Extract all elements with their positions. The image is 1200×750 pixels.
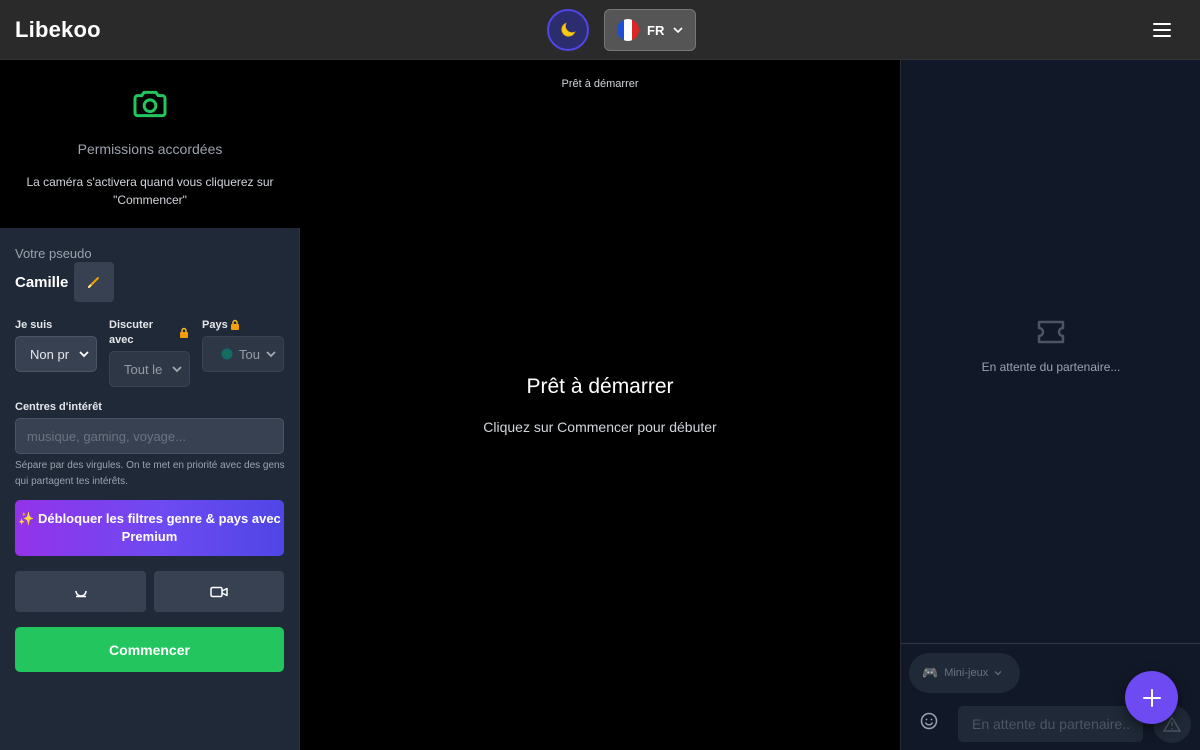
chat-with-label: Discuter avec [109, 319, 154, 346]
video-toggle-button[interactable] [154, 571, 284, 612]
top-bar: Libekoo FR [0, 0, 1200, 60]
camera-preview: Permissions accordées La caméra s'active… [0, 60, 300, 228]
mini-games-button[interactable]: 🎮 Mini-jeux [909, 653, 1020, 693]
chat-with-value: Tout le [124, 361, 163, 377]
start-button[interactable]: Commencer [15, 627, 284, 672]
chat-divider [901, 643, 1200, 644]
premium-unlock-button[interactable]: ✨ Débloquer les filtres genre & pays ave… [15, 500, 284, 556]
gender-label: Je suis [15, 319, 53, 331]
chevron-down-icon [266, 351, 276, 358]
lock-icon [231, 319, 239, 330]
gamepad-icon: 🎮 [922, 665, 939, 680]
theme-toggle-button[interactable] [547, 9, 589, 51]
mini-games-label: Mini-jeux [944, 667, 989, 679]
hamburger-menu-button[interactable] [1150, 18, 1174, 42]
country-label: Pays [202, 319, 228, 331]
gender-select[interactable]: Non pr [15, 336, 97, 372]
interests-input[interactable] [15, 418, 284, 454]
globe-icon [221, 348, 233, 360]
chat-with-select[interactable]: Tout le [109, 351, 190, 387]
video-status: Prêt à démarrer [561, 78, 639, 90]
edit-pseudo-button[interactable] [74, 262, 114, 302]
pseudo-value: Camille [15, 274, 69, 291]
partner-video-area: Prêt à démarrer Prêt à démarrer Cliquez … [300, 60, 900, 750]
microphone-icon [74, 590, 87, 597]
chevron-down-icon [172, 366, 182, 373]
chevron-down-icon [673, 27, 683, 34]
floating-add-button[interactable] [1125, 671, 1178, 724]
video-title: Prêt à démarrer [526, 375, 674, 398]
smiley-icon[interactable] [920, 712, 938, 730]
lock-icon [180, 327, 188, 338]
country-value: Tou [239, 346, 260, 362]
chevron-down-icon [994, 671, 1002, 676]
waiting-partner-text: En attente du partenaire... [981, 360, 1121, 374]
microphone-toggle-button[interactable] [15, 571, 146, 612]
sparkles-icon: ✨ [18, 511, 35, 526]
video-camera-icon [210, 586, 228, 597]
app-logo[interactable]: Libekoo [15, 17, 101, 43]
interests-label: Centres d'intérêt [15, 401, 102, 413]
ticket-icon [1037, 320, 1065, 344]
plus-icon [1142, 688, 1161, 707]
premium-label: Débloquer les filtres genre & pays avec … [38, 511, 281, 544]
camera-description: La caméra s'activera quand vous cliquere… [26, 175, 274, 207]
permissions-status: Permissions accordées [77, 141, 223, 157]
country-select[interactable]: Tou [202, 336, 284, 372]
pencil-icon [88, 277, 99, 288]
gender-value: Non pr [30, 346, 70, 362]
pseudo-label: Votre pseudo [15, 246, 92, 261]
moon-icon [561, 22, 576, 37]
language-selector[interactable]: FR [604, 9, 696, 51]
flag-fr-icon [617, 19, 639, 41]
chat-panel: En attente du partenaire... 🎮 Mini-jeux [900, 60, 1200, 750]
video-subtitle: Cliquez sur Commencer pour débuter [483, 419, 717, 435]
language-code: FR [647, 22, 665, 38]
chat-message-input[interactable] [958, 706, 1143, 742]
hamburger-menu-icon [1153, 23, 1171, 37]
chevron-down-icon [79, 351, 89, 358]
settings-panel: Permissions accordées La caméra s'active… [0, 60, 300, 750]
interests-hint: Sépare par des virgules. On te met en pr… [15, 460, 285, 487]
camera-icon [133, 90, 167, 118]
